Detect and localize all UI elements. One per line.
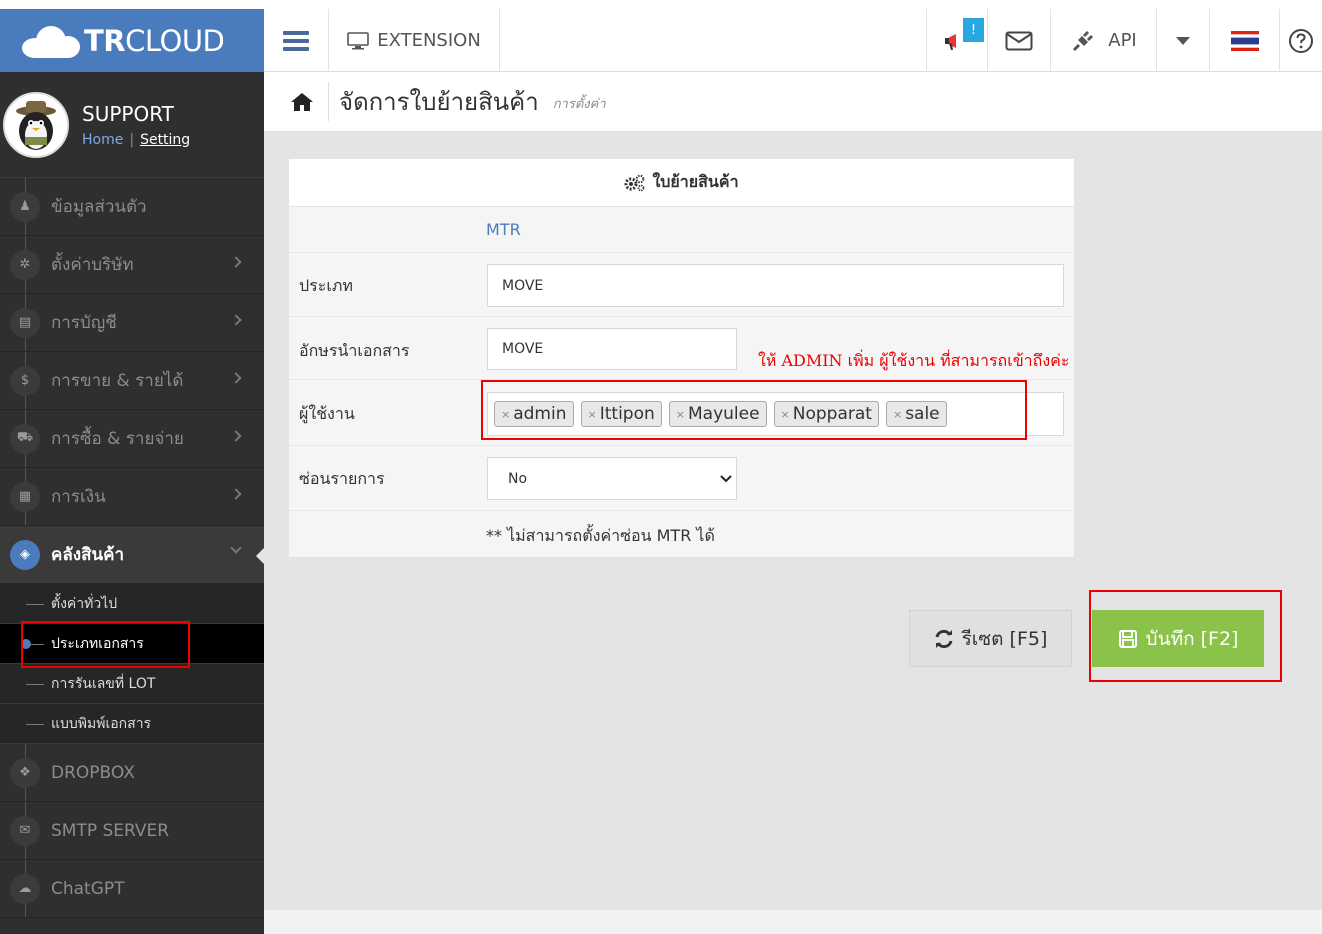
envelope-icon <box>1005 31 1033 50</box>
refresh-icon <box>935 629 953 648</box>
sidebar-menu: ♟ ข้อมูลส่วนตัว ✲ ตั้งค่าบริษัท ▤ การบัญ… <box>0 178 264 918</box>
sidebar-item-purchases[interactable]: ⛟ การซื้อ & รายจ่าย <box>0 410 264 468</box>
menu-toggle-button[interactable] <box>264 9 328 72</box>
cart-icon: ⛟ <box>10 423 40 454</box>
row-code: MTR <box>289 207 1074 253</box>
page-title: จัดการใบย้ายสินค้า <box>328 82 539 121</box>
cloud-icon <box>22 24 80 58</box>
box-icon: ◈ <box>10 539 40 570</box>
row-note: ** ไม่สามารถตั้งค่าซ่อน MTR ได้ <box>289 511 1074 557</box>
document-code: MTR <box>486 220 521 239</box>
notification-badge: ! <box>963 18 984 42</box>
note-text: ** ไม่สามารถตั้งค่าซ่อน MTR ได้ <box>486 526 715 545</box>
footer-bar <box>264 910 1322 934</box>
sidebar-item-inventory[interactable]: ◈ คลังสินค้า <box>0 526 264 584</box>
hide-select[interactable]: No <box>487 457 737 500</box>
brand-logo[interactable]: TRCLOUD <box>0 9 264 72</box>
calendar-icon: ▦ <box>10 481 40 512</box>
sidebar-subitem-general-settings[interactable]: ตั้งค่าทั่วไป <box>0 584 264 624</box>
row-hide: ซ่อนรายการ No <box>289 446 1074 511</box>
gears-icon <box>624 174 645 191</box>
extension-button[interactable]: EXTENSION <box>328 9 500 72</box>
chat-icon: ☁ <box>10 873 40 904</box>
chevron-right-icon <box>230 372 242 384</box>
sidebar-item-accounting[interactable]: ▤ การบัญชี <box>0 294 264 352</box>
top-header: EXTENSION ! API <box>264 9 1322 72</box>
envelope-icon: ✉ <box>10 815 40 846</box>
thai-flag-icon <box>1230 30 1259 51</box>
sidebar-item-company-settings[interactable]: ✲ ตั้งค่าบริษัท <box>0 236 264 294</box>
chevron-right-icon <box>230 256 242 268</box>
sidebar-item-smtp[interactable]: ✉ SMTP SERVER <box>0 802 264 860</box>
sidebar-item-finance[interactable]: ▦ การเงิน <box>0 468 264 526</box>
home-icon[interactable] <box>290 92 314 112</box>
sidebar-item-profile[interactable]: ♟ ข้อมูลส่วนตัว <box>0 178 264 236</box>
annotation-text: ให้ ADMIN เพิ่ม ผู้ใช้งาน ที่สามารถเข้าถ… <box>758 351 1070 370</box>
announcement-button[interactable]: ! <box>926 9 988 72</box>
breadcrumb: จัดการใบย้ายสินค้า การตั้งค่า <box>264 72 1322 132</box>
brand-name: TRCLOUD <box>84 23 225 58</box>
book-icon: ▤ <box>10 307 40 338</box>
help-icon <box>1289 28 1313 53</box>
type-field[interactable]: MOVE <box>487 264 1064 307</box>
form-card-header: ใบย้ายสินค้า <box>289 159 1074 207</box>
chevron-down-icon <box>230 542 242 554</box>
monitor-icon <box>347 31 370 49</box>
prefix-field[interactable]: MOVE <box>487 328 737 370</box>
chevron-down-icon <box>720 475 732 483</box>
chevron-right-icon <box>230 488 242 500</box>
chevron-right-icon <box>230 314 242 326</box>
sidebar-subitem-lot-numbering[interactable]: การรันเลขที่ LOT <box>0 664 264 704</box>
page-subtitle: การตั้งค่า <box>552 97 606 112</box>
gear-icon: ✲ <box>10 249 40 280</box>
api-button[interactable]: API <box>1051 9 1157 72</box>
caret-down-icon <box>1176 36 1190 45</box>
avatar[interactable] <box>3 91 69 158</box>
highlight-box-subitem <box>21 621 190 668</box>
setting-link[interactable]: Setting <box>140 132 190 148</box>
profile-panel: SUPPORT Home | Setting <box>0 72 264 178</box>
plug-icon <box>1073 30 1094 51</box>
messages-button[interactable] <box>988 9 1051 72</box>
dropbox-icon: ❖ <box>10 757 40 788</box>
top-strip <box>0 0 1322 9</box>
chevron-right-icon <box>230 430 242 442</box>
sidebar-item-sales[interactable]: $ การขาย & รายได้ <box>0 352 264 410</box>
highlight-box-users <box>481 380 1027 440</box>
user-icon: ♟ <box>10 191 40 222</box>
sidebar-item-chatgpt[interactable]: ☁ ChatGPT <box>0 860 264 918</box>
help-button[interactable] <box>1280 9 1322 72</box>
profile-name: SUPPORT <box>82 101 174 126</box>
sidebar: TRCLOUD SUPPORT Home | Setting ♟ ข้อมูลส… <box>0 9 264 934</box>
dropdown-button[interactable] <box>1157 9 1210 72</box>
reset-button[interactable]: รีเซต [F5] <box>909 610 1072 667</box>
sidebar-item-dropbox[interactable]: ❖ DROPBOX <box>0 744 264 802</box>
dollar-icon: $ <box>10 365 40 396</box>
hamburger-icon <box>283 27 309 55</box>
highlight-box-save <box>1089 590 1282 682</box>
home-link[interactable]: Home <box>82 132 123 148</box>
row-type: ประเภท MOVE <box>289 253 1074 317</box>
language-button[interactable] <box>1210 9 1280 72</box>
sidebar-subitem-print-templates[interactable]: แบบพิมพ์เอกสาร <box>0 704 264 744</box>
